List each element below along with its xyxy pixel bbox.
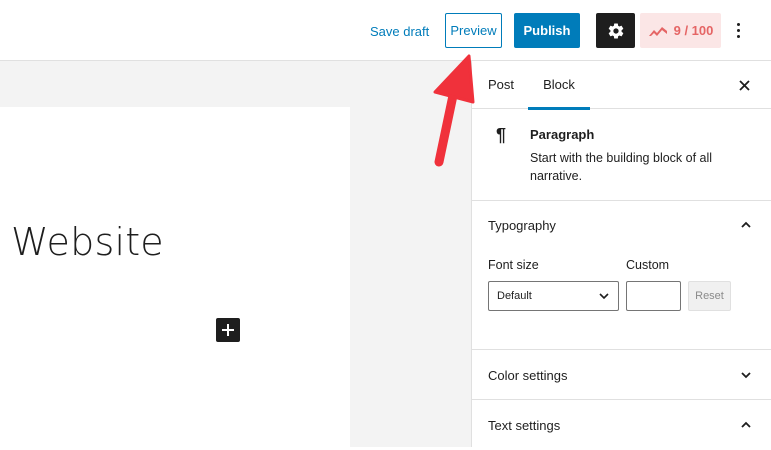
paragraph-icon: ¶ [496,125,507,145]
add-block-button[interactable] [216,318,240,342]
editor-page[interactable] [0,107,350,447]
editor-top-toolbar: Save draft Preview Publish 9 / 100 [0,0,771,61]
text-settings-title: Text settings [488,418,561,433]
close-sidebar-button[interactable] [734,75,754,95]
chevron-up-icon [741,421,751,428]
typography-panel-body: Font size Custom Default Reset [472,250,771,350]
custom-font-size-input[interactable] [626,281,681,311]
preview-button[interactable]: Preview [445,13,502,48]
font-size-select-value: Default [497,290,532,302]
close-icon [738,79,750,91]
reset-button[interactable]: Reset [688,281,731,311]
chevron-down-icon [741,372,751,379]
chevron-down-icon [599,293,609,300]
save-draft-button[interactable]: Save draft [370,15,429,48]
settings-button[interactable] [596,13,635,48]
sidebar-tabs: Post Block [472,61,771,110]
color-settings-title: Color settings [488,368,568,383]
font-size-select[interactable]: Default [488,281,619,311]
post-title-text[interactable]: Website [11,220,164,264]
tab-block[interactable]: Block [528,61,590,110]
text-settings-panel-toggle[interactable]: Text settings [472,401,771,450]
more-options-button[interactable] [730,13,746,48]
block-description: Start with the building block of all nar… [530,151,713,183]
plus-icon [222,324,234,336]
typography-title: Typography [488,218,556,233]
chevron-up-icon [741,221,751,228]
publish-button[interactable]: Publish [514,13,580,48]
more-vertical-icon [736,23,740,26]
tab-post[interactable]: Post [488,61,514,109]
settings-sidebar: Post Block ¶ Paragraph Start with the bu… [471,61,771,447]
custom-label: Custom [626,258,670,272]
font-size-label: Font size [488,258,539,272]
annotation-arrow-icon [433,54,475,167]
color-settings-panel-toggle[interactable]: Color settings [472,351,771,400]
block-name: Paragraph [530,127,595,142]
seo-score-text: 9 / 100 [673,23,714,38]
gear-icon [608,23,623,38]
seo-score-button[interactable]: 9 / 100 [640,13,721,48]
block-card: ¶ Paragraph Start with the building bloc… [472,109,771,201]
seo-score-icon [648,26,667,36]
typography-panel-toggle[interactable]: Typography [472,201,771,250]
